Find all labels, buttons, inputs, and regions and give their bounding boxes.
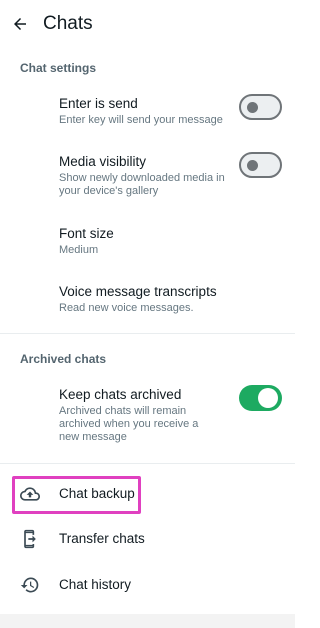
chat-history-label: Chat history — [59, 577, 132, 592]
toggle-knob — [247, 102, 258, 113]
setting-media-visibility[interactable]: Media visibility Show newly downloaded m… — [0, 146, 295, 204]
chat-history-item[interactable]: Chat history — [0, 566, 295, 606]
setting-keep-chats-archived[interactable]: Keep chats archived Archived chats will … — [0, 379, 295, 449]
toggle-knob — [247, 160, 258, 171]
setting-subtitle: Enter key will send your message — [59, 114, 223, 126]
page-title: Chats — [43, 13, 93, 34]
highlight-box — [12, 476, 141, 514]
transfer-chats-item[interactable]: Transfer chats — [0, 520, 295, 560]
setting-title: Font size — [59, 226, 114, 241]
toggle-media-visibility[interactable] — [239, 152, 282, 178]
setting-subtitle: Read new voice messages. — [59, 302, 194, 314]
transfer-chats-label: Transfer chats — [59, 531, 145, 546]
setting-subtitle: Show newly downloaded media in your devi… — [59, 172, 225, 197]
setting-title: Enter is send — [59, 96, 138, 111]
section-header-chat-settings: Chat settings — [20, 61, 97, 75]
arrow-back-icon — [14, 18, 26, 30]
app-bar: Chats — [0, 0, 295, 48]
setting-subtitle: Archived chats will remain archived when… — [59, 405, 199, 443]
back-button[interactable] — [8, 10, 32, 38]
setting-title: Voice message transcripts — [59, 284, 217, 299]
bottom-bar — [0, 614, 295, 628]
divider — [0, 333, 295, 334]
setting-subtitle: Medium — [59, 244, 99, 256]
section-header-archived-chats: Archived chats — [20, 352, 107, 366]
setting-enter-is-send[interactable]: Enter is send Enter key will send your m… — [0, 88, 295, 136]
setting-title: Keep chats archived — [59, 387, 182, 402]
toggle-keep-chats-archived[interactable] — [239, 385, 282, 411]
phone-transfer-icon — [20, 529, 40, 549]
toggle-knob — [258, 388, 278, 408]
toggle-enter-is-send[interactable] — [239, 94, 282, 120]
divider — [0, 463, 295, 464]
history-icon — [20, 575, 40, 595]
setting-font-size[interactable]: Font size Medium — [0, 218, 295, 260]
setting-voice-transcripts[interactable]: Voice message transcripts Read new voice… — [0, 276, 295, 318]
setting-title: Media visibility — [59, 154, 147, 169]
